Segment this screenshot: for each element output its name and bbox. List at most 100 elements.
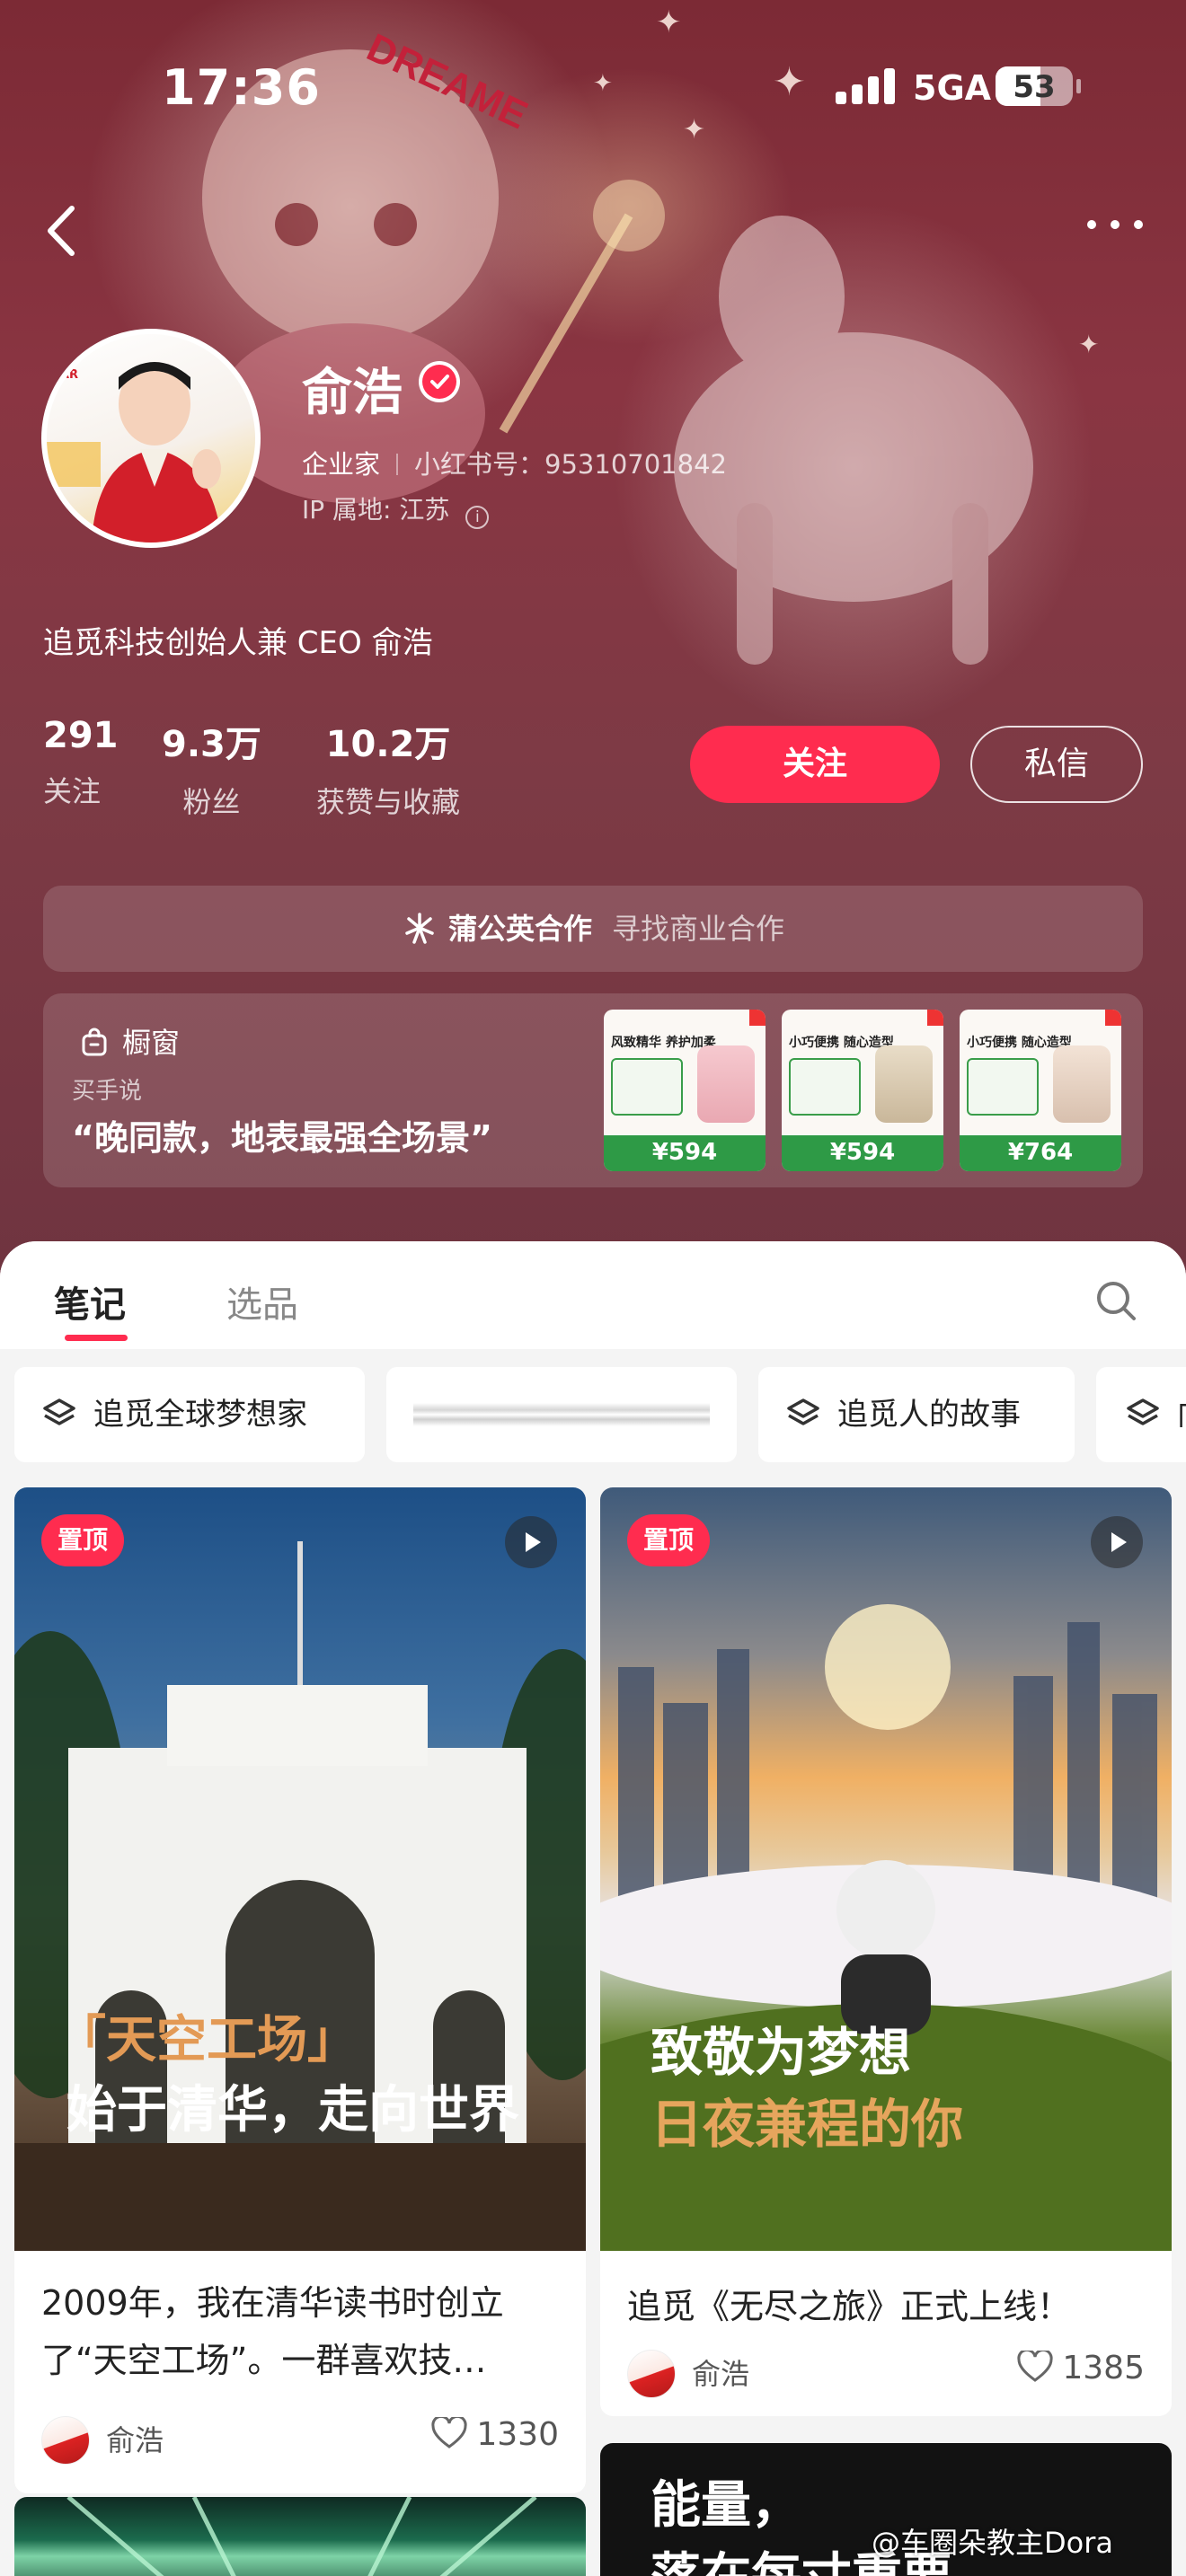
stat-following[interactable]: 291 关注 bbox=[43, 715, 119, 810]
product-price: ¥764 bbox=[1007, 1139, 1074, 1166]
author-name: 俞浩 bbox=[106, 2423, 164, 2457]
cover-headline: 「天空工场」 bbox=[56, 2011, 358, 2069]
like-count: 1330 bbox=[476, 2416, 559, 2453]
note-cover: 置顶 「天空工场」 始于清华，走向世界 bbox=[14, 1487, 586, 2251]
profile-bio: 追觅科技创始人兼 CEO 俞浩 bbox=[43, 625, 433, 661]
collection-chip[interactable]: 向 bbox=[1096, 1367, 1186, 1462]
network-type: 5GA bbox=[913, 68, 992, 108]
product-price: ¥594 bbox=[829, 1139, 896, 1166]
note-cover bbox=[14, 2497, 586, 2576]
chip-label: 追觅全球梦想家 bbox=[93, 1397, 307, 1433]
more-options-button[interactable] bbox=[1084, 216, 1146, 234]
profile-name: 俞浩 bbox=[302, 364, 403, 422]
profile-ip: IP 属地: 江苏 i bbox=[302, 490, 490, 529]
cover-subheadline: 始于清华，走向世界 bbox=[66, 2081, 519, 2139]
stat-label: 获赞与收藏 bbox=[316, 785, 461, 819]
product-corner-tag bbox=[927, 1010, 943, 1026]
profile-meta: 企业家 小红书号：95310701842 bbox=[302, 444, 727, 481]
stat-value: 10.2万 bbox=[325, 724, 451, 765]
note-title: 追觅《无尽之旅》正式上线！ bbox=[627, 2287, 1072, 2326]
product-card[interactable]: 小巧便携 随心造型 ¥594 bbox=[782, 1010, 943, 1171]
play-icon bbox=[505, 1516, 557, 1568]
note-author[interactable]: 俞浩 bbox=[627, 2350, 749, 2398]
shopping-bag-icon bbox=[82, 1028, 107, 1056]
profile-role: 企业家 bbox=[302, 449, 381, 480]
note-author[interactable]: 俞浩 bbox=[41, 2416, 164, 2465]
collection-chips: 追觅全球梦想家 追觅人的故事 向 bbox=[0, 1367, 1186, 1466]
battery-cap bbox=[1076, 79, 1081, 93]
product-feature-box bbox=[967, 1058, 1039, 1116]
collection-chip[interactable]: 追觅人的故事 bbox=[758, 1367, 1075, 1462]
status-bar: 17:36 5GA 53 bbox=[0, 0, 1186, 171]
avatar-badge-text: EAR bbox=[52, 368, 78, 382]
profile-avatar[interactable]: EAR bbox=[41, 329, 261, 548]
stat-followers[interactable]: 9.3万 粉丝 bbox=[162, 715, 261, 821]
author-name: 俞浩 bbox=[692, 2357, 750, 2391]
chip-label: 向 bbox=[1177, 1397, 1186, 1433]
divider bbox=[396, 454, 399, 475]
content-tabs: 笔记 选品 bbox=[0, 1241, 1186, 1349]
play-icon bbox=[1091, 1516, 1143, 1568]
pinned-badge: 置顶 bbox=[627, 1514, 711, 1566]
styler-kit-image bbox=[1053, 1045, 1111, 1123]
pinned-badge: 置顶 bbox=[41, 1514, 125, 1566]
sparkle-icon: ✦ bbox=[1078, 330, 1100, 359]
follow-button[interactable]: 关注 bbox=[690, 726, 940, 803]
showcase-panel[interactable]: 橱窗 买手说 “晚同款，地表最强全场景” 风致精华 养护加柔 ¥594 小巧便携… bbox=[43, 993, 1143, 1187]
showcase-quote: “晚同款，地表最强全场景” bbox=[72, 1118, 492, 1158]
notes-section: 笔记 选品 追觅全球梦想家 追觅人的故事 向 bbox=[0, 1241, 1186, 2576]
note-card[interactable] bbox=[14, 2497, 586, 2576]
product-card[interactable]: 小巧便携 随心造型 ¥764 bbox=[960, 1010, 1121, 1171]
tab-products[interactable]: 选品 bbox=[226, 1275, 298, 1328]
tab-active-indicator bbox=[65, 1335, 128, 1341]
product-card[interactable]: 风致精华 养护加柔 ¥594 bbox=[604, 1010, 766, 1171]
signal-icon bbox=[836, 66, 898, 104]
stat-label: 关注 bbox=[43, 774, 102, 808]
battery-level: 53 bbox=[1013, 69, 1056, 105]
product-feature-box bbox=[789, 1058, 861, 1116]
product-corner-tag bbox=[749, 1010, 766, 1026]
collection-chip[interactable]: 追觅全球梦想家 bbox=[14, 1367, 365, 1462]
status-time: 17:36 bbox=[162, 59, 321, 116]
chevron-left-icon bbox=[48, 206, 75, 256]
heart-icon bbox=[1017, 2351, 1053, 2382]
collection-chip[interactable] bbox=[386, 1367, 737, 1462]
stat-value: 291 bbox=[43, 715, 119, 756]
layers-icon bbox=[43, 1398, 75, 1425]
cover-headline: 能量， bbox=[651, 2476, 801, 2535]
layers-icon bbox=[787, 1398, 819, 1425]
heart-icon bbox=[431, 2417, 467, 2448]
verified-badge-icon bbox=[419, 361, 460, 402]
like-count: 1385 bbox=[1062, 2350, 1145, 2386]
stat-likes-collects[interactable]: 10.2万 获赞与收藏 bbox=[316, 715, 460, 821]
cover-headline: 致敬为梦想 bbox=[651, 2022, 912, 2083]
search-icon[interactable] bbox=[1094, 1279, 1137, 1322]
product-price: ¥594 bbox=[651, 1139, 718, 1166]
back-button[interactable] bbox=[41, 199, 86, 262]
dandelion-icon bbox=[405, 913, 434, 944]
cooperation-subtitle: 寻找商业合作 bbox=[612, 912, 785, 946]
more-dot bbox=[1087, 220, 1096, 229]
tab-notes[interactable]: 笔记 bbox=[54, 1275, 126, 1328]
hair-styler-image bbox=[875, 1045, 933, 1123]
hair-dryer-image bbox=[697, 1045, 755, 1123]
message-button[interactable]: 私信 bbox=[970, 726, 1143, 803]
author-avatar bbox=[41, 2416, 90, 2465]
profile-ip-text: IP 属地: 江苏 bbox=[302, 495, 450, 525]
profile-red-id[interactable]: 小红书号：95310701842 bbox=[414, 449, 727, 480]
like-button[interactable]: 1330 bbox=[431, 2416, 559, 2453]
author-avatar bbox=[627, 2350, 676, 2398]
showcase-subtitle: 买手说 bbox=[72, 1078, 143, 1105]
note-card[interactable]: 置顶 「天空工场」 始于清华，走向世界 2009年，我在清华读书时创立了“天空工… bbox=[14, 1487, 586, 2493]
cooperation-bar[interactable]: 蒲公英合作 寻找商业合作 bbox=[43, 886, 1143, 972]
cooperation-title: 蒲公英合作 bbox=[447, 912, 592, 946]
more-dot bbox=[1134, 220, 1143, 229]
more-dot bbox=[1111, 220, 1120, 229]
info-icon[interactable]: i bbox=[465, 506, 490, 529]
note-cover: 置顶 致敬为梦想 日夜兼程的你 bbox=[600, 1487, 1172, 2251]
showcase-title: 橱窗 bbox=[122, 1026, 181, 1060]
note-title: 2009年，我在清华读书时创立了“天空工场”。一群喜欢技… bbox=[41, 2283, 504, 2380]
note-card[interactable]: 置顶 致敬为梦想 日夜兼程的你 追觅《无尽之旅》正式上线！ 俞浩 1385 bbox=[600, 1487, 1172, 2416]
avatar-image: EAR bbox=[47, 334, 255, 543]
like-button[interactable]: 1385 bbox=[1017, 2350, 1145, 2386]
